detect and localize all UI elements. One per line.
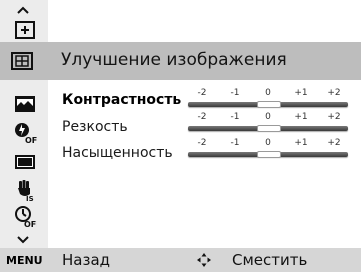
scale-tick: -2 (197, 88, 207, 98)
camera-menu-screen: OFF IS OFF (0, 0, 361, 272)
hand-stabilizer-icon[interactable]: IS (13, 178, 37, 202)
sharpness-label[interactable]: Резкость (62, 119, 128, 135)
four-way-navigation-icon (196, 252, 212, 268)
frame-icon[interactable] (13, 150, 37, 174)
move-label[interactable]: Сместить (232, 251, 307, 269)
scale-tick: +2 (327, 88, 341, 98)
timer-off-icon[interactable]: OFF (13, 204, 37, 228)
contrast-label[interactable]: Контрастность (62, 92, 181, 108)
slider-thumb[interactable] (257, 125, 281, 132)
flash-off-icon[interactable]: OFF (13, 120, 37, 144)
scale-tick: +1 (294, 88, 308, 98)
scale-tick: +1 (294, 112, 308, 122)
scale-tick: 0 (265, 138, 271, 148)
back-label[interactable]: Назад (62, 251, 110, 269)
scale-tick: 0 (265, 112, 271, 122)
scale-tick: +1 (294, 138, 308, 148)
menu-title: Улучшение изображения (61, 50, 287, 70)
menu-key-label[interactable]: MENU (6, 254, 43, 267)
svg-text:IS: IS (26, 195, 34, 202)
mode-icon-column: OFF IS OFF (0, 0, 48, 248)
image-strip-icon[interactable] (13, 92, 37, 116)
menu-header: Улучшение изображения (48, 42, 361, 80)
sharpness-slider[interactable]: -2 -1 0 +1 +2 (188, 112, 348, 134)
scale-tick: -2 (197, 138, 207, 148)
plus-frame-icon[interactable] (13, 18, 37, 42)
scale-tick: -2 (197, 112, 207, 122)
contrast-slider[interactable]: -2 -1 0 +1 +2 (188, 88, 348, 110)
scale-tick: -1 (230, 138, 240, 148)
chevron-down-icon[interactable] (16, 236, 30, 244)
saturation-slider[interactable]: -2 -1 0 +1 +2 (188, 138, 348, 160)
bottom-hint-bar: MENU Назад Сместить (0, 248, 361, 272)
slider-thumb[interactable] (257, 151, 281, 158)
scale-tick: -1 (230, 112, 240, 122)
slider-thumb[interactable] (257, 101, 281, 108)
image-adjust-icon[interactable] (0, 42, 48, 80)
svg-text:OFF: OFF (24, 220, 37, 228)
scale-tick: 0 (265, 88, 271, 98)
scale-tick: +2 (327, 138, 341, 148)
chevron-up-icon[interactable] (16, 6, 30, 14)
saturation-label[interactable]: Насыщенность (62, 145, 173, 161)
svg-text:OFF: OFF (25, 136, 37, 144)
scale-tick: -1 (230, 88, 240, 98)
scale-tick: +2 (327, 112, 341, 122)
